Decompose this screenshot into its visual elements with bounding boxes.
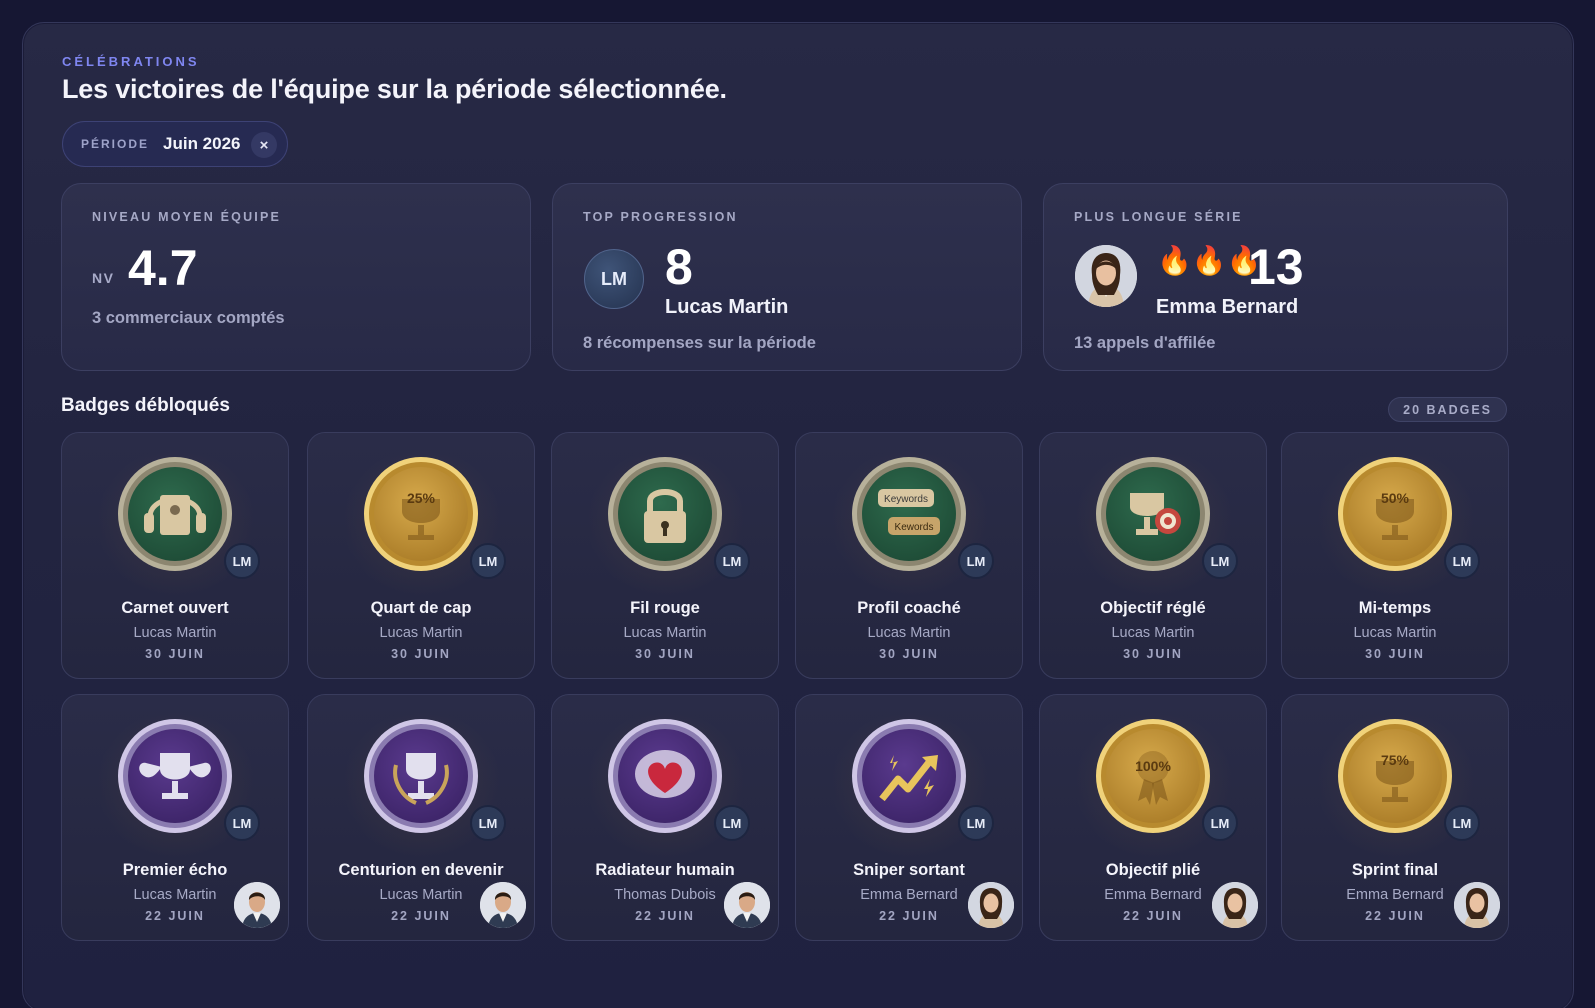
- owner-initials-chip: LM: [714, 805, 750, 841]
- badge-card[interactable]: 25% LM Quart de cap Lucas Martin 30 JUIN: [307, 432, 535, 679]
- badge-owner: Lucas Martin: [1111, 625, 1195, 641]
- keywords-bubbles-icon: Keywords Kewords: [850, 455, 968, 573]
- badge-card[interactable]: LM Fil rouge Lucas Martin 30 JUIN: [551, 432, 779, 679]
- team-level-sub: 3 commerciaux comptés: [92, 309, 285, 327]
- avatar: [1075, 245, 1137, 307]
- headset-notebook-icon: [116, 455, 234, 573]
- team-level-value: 4.7: [128, 240, 198, 296]
- laurel-cup-icon: [362, 717, 480, 835]
- period-value: Juin 2026: [163, 134, 241, 153]
- avatar: [724, 882, 770, 928]
- badges-section-title: Badges débloqués: [61, 395, 230, 416]
- badge-card[interactable]: 75% LM Sprint final Emma Bernard 22 JUIN: [1281, 694, 1509, 941]
- svg-text:50%: 50%: [1381, 490, 1410, 506]
- owner-initials-chip: LM: [470, 543, 506, 579]
- badge-name: Carnet ouvert: [121, 599, 229, 617]
- badge-name: Sniper sortant: [853, 861, 965, 879]
- badge-date: 30 JUIN: [1123, 647, 1183, 661]
- badge-name: Quart de cap: [370, 599, 472, 617]
- badge-name: Objectif plié: [1105, 861, 1201, 879]
- owner-initials-chip: LM: [714, 543, 750, 579]
- owner-initials-chip: LM: [958, 805, 994, 841]
- stat-label: PLUS LONGUE SÉRIE: [1074, 210, 1243, 224]
- padlock-icon: [606, 455, 724, 573]
- avatar: [234, 882, 280, 928]
- page-title: Les victoires de l'équipe sur la période…: [62, 74, 727, 104]
- heart-gem-icon: [606, 717, 724, 835]
- stat-label: TOP PROGRESSION: [583, 210, 738, 224]
- svg-text:25%: 25%: [407, 490, 436, 506]
- badge-name: Mi-temps: [1358, 599, 1432, 617]
- badge-date: 30 JUIN: [145, 647, 205, 661]
- top-progress-card: TOP PROGRESSION LM 8 Lucas Martin 8 réco…: [552, 183, 1022, 371]
- badges-count-pill: 20 BADGES: [1388, 397, 1507, 422]
- level-prefix: NV: [92, 270, 115, 286]
- ribbon-100-icon: 100%: [1094, 717, 1212, 835]
- section-eyebrow: CÉLÉBRATIONS: [62, 54, 200, 69]
- badge-name: Profil coaché: [857, 599, 961, 617]
- avatar: [968, 882, 1014, 928]
- badge-owner: Lucas Martin: [623, 625, 707, 641]
- badge-name: Premier écho: [122, 861, 228, 879]
- streak-sub: 13 appels d'affilée: [1074, 334, 1216, 352]
- owner-initials-chip: LM: [1444, 543, 1480, 579]
- svg-text:Keywords: Keywords: [884, 494, 928, 505]
- avatar: [480, 882, 526, 928]
- badge-card[interactable]: LM Objectif réglé Lucas Martin 30 JUIN: [1039, 432, 1267, 679]
- owner-initials-chip: LM: [224, 543, 260, 579]
- badge-name: Fil rouge: [630, 599, 700, 617]
- badge-card[interactable]: LM Centurion en devenir Lucas Martin 22 JUI…: [307, 694, 535, 941]
- owner-initials-chip: LM: [1202, 805, 1238, 841]
- badge-name: Objectif réglé: [1100, 599, 1206, 617]
- badge-owner: Lucas Martin: [867, 625, 951, 641]
- trophy-target-icon: [1094, 455, 1212, 573]
- trophy-75-icon: 75%: [1336, 717, 1454, 835]
- flame-icon: 🔥🔥🔥: [1157, 245, 1262, 276]
- lightning-arrow-icon: [850, 717, 968, 835]
- trophy-25-icon: 25%: [362, 455, 480, 573]
- badge-card[interactable]: LM Premier écho Lucas Martin 22 JUIN: [61, 694, 289, 941]
- badge-card[interactable]: LM Carnet ouvert Lucas Martin 30 JUIN: [61, 432, 289, 679]
- period-filter-chip[interactable]: PÉRIODE Juin 2026 ×: [62, 121, 288, 167]
- period-label: PÉRIODE: [81, 137, 150, 151]
- longest-streak-card: PLUS LONGUE SÉRIE 🔥🔥🔥 13 Emma Bernard 13…: [1043, 183, 1508, 371]
- top-progress-sub: 8 récompenses sur la période: [583, 334, 816, 352]
- owner-initials-chip: LM: [1202, 543, 1238, 579]
- top-progress-name: Lucas Martin: [665, 296, 789, 318]
- svg-text:100%: 100%: [1135, 758, 1171, 774]
- badge-date: 30 JUIN: [879, 647, 939, 661]
- avatar: LM: [584, 249, 644, 309]
- badge-card[interactable]: 50% LM Mi-temps Lucas Martin 30 JUIN: [1281, 432, 1509, 679]
- badge-card[interactable]: LM Sniper sortant Emma Bernard 22 JUIN: [795, 694, 1023, 941]
- badge-name: Radiateur humain: [595, 861, 735, 879]
- badge-owner: Lucas Martin: [1353, 625, 1437, 641]
- badge-owner: Lucas Martin: [379, 625, 463, 641]
- owner-initials-chip: LM: [224, 805, 260, 841]
- avatar: [1212, 882, 1258, 928]
- badge-date: 30 JUIN: [635, 647, 695, 661]
- owner-initials-chip: LM: [958, 543, 994, 579]
- badge-name: Centurion en devenir: [338, 861, 504, 879]
- badge-owner: Lucas Martin: [133, 625, 217, 641]
- svg-text:75%: 75%: [1381, 752, 1410, 768]
- streak-name: Emma Bernard: [1156, 296, 1299, 318]
- trophy-50-icon: 50%: [1336, 455, 1454, 573]
- badge-date: 30 JUIN: [1365, 647, 1425, 661]
- badge-card[interactable]: LM Radiateur humain Thomas Dubois 22 JUIN: [551, 694, 779, 941]
- badge-name: Sprint final: [1351, 861, 1439, 879]
- svg-text:Kewords: Kewords: [895, 522, 934, 533]
- stat-label: NIVEAU MOYEN ÉQUIPE: [92, 210, 282, 224]
- avatar: [1454, 882, 1500, 928]
- owner-initials-chip: LM: [1444, 805, 1480, 841]
- badge-date: 30 JUIN: [391, 647, 451, 661]
- winged-cup-icon: [116, 717, 234, 835]
- badge-card[interactable]: Keywords Kewords LM Profil coaché Lucas Mart…: [795, 432, 1023, 679]
- owner-initials-chip: LM: [470, 805, 506, 841]
- badge-card[interactable]: 100% LM Objectif plié Emma Bernard 22 JUIN: [1039, 694, 1267, 941]
- team-level-card: NIVEAU MOYEN ÉQUIPE NV 4.7 3 commerciaux…: [61, 183, 531, 371]
- streak-value: 13: [1248, 239, 1304, 295]
- clear-period-button[interactable]: ×: [251, 132, 277, 158]
- top-progress-value: 8: [665, 239, 693, 295]
